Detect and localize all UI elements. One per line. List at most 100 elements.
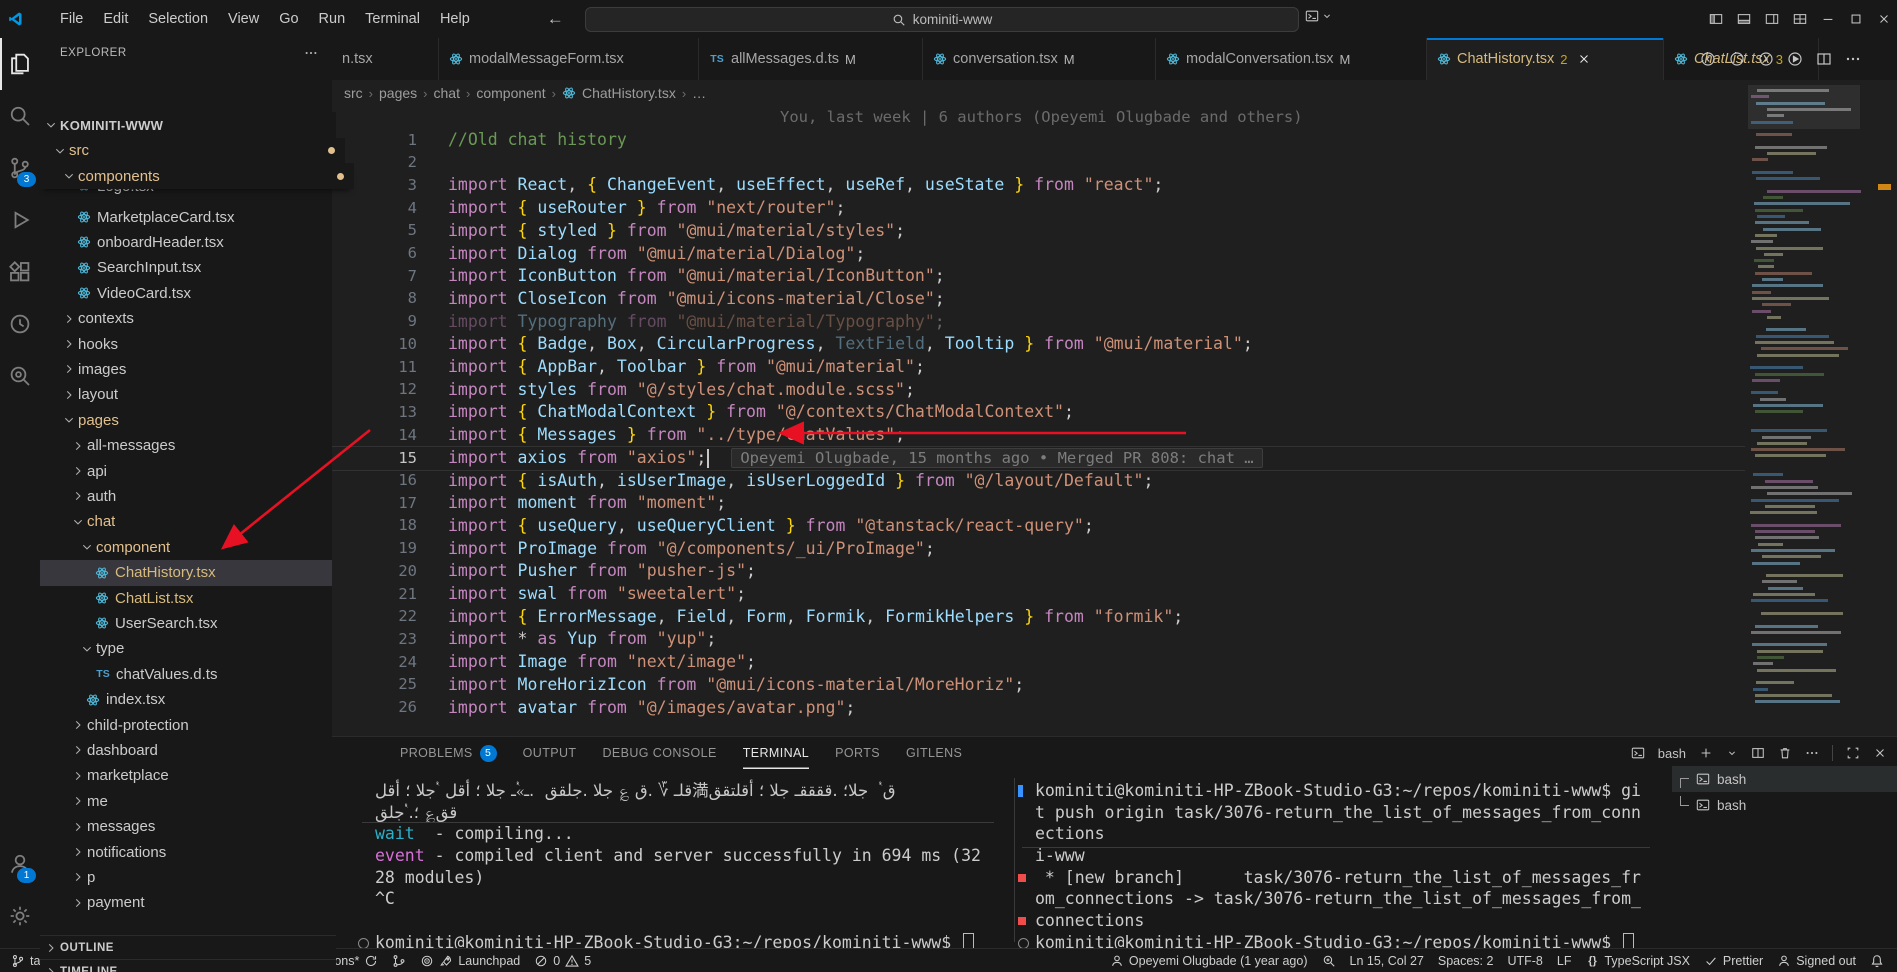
panel-tab-ports[interactable]: PORTS — [835, 737, 880, 769]
code-line-1[interactable]: 1//Old chat history — [332, 128, 1745, 151]
minimize-icon[interactable] — [1821, 12, 1835, 26]
code-line-14[interactable]: 14import { Messages } from "../type/chat… — [332, 423, 1745, 446]
maxpanel-icon[interactable] — [1846, 746, 1860, 760]
breadcrumb-item-chat[interactable]: chat — [434, 85, 460, 101]
panel-tab-output[interactable]: OUTPUT — [523, 737, 577, 769]
explorer-item-child-protection[interactable]: child-protection — [40, 712, 363, 738]
nav-circle-icon[interactable] — [1729, 51, 1745, 67]
explorer-item-images[interactable]: images — [40, 356, 354, 382]
status-language-mode[interactable]: {}TypeScript JSX — [1578, 949, 1696, 972]
more-icon[interactable] — [1845, 51, 1861, 67]
code-line-22[interactable]: 22import { ErrorMessage, Field, Form, Fo… — [332, 605, 1745, 628]
activity-gitlens-inspect[interactable] — [0, 350, 40, 402]
nav-back-icon[interactable] — [1700, 51, 1716, 67]
code-line-23[interactable]: 23import * as Yup from "yup"; — [332, 627, 1745, 650]
minimap[interactable] — [1748, 85, 1860, 713]
layout-left-icon[interactable] — [1709, 12, 1723, 26]
code-line-18[interactable]: 18import { useQuery, useQueryClient } fr… — [332, 514, 1745, 537]
status-accounts-signin[interactable]: Signed out — [1770, 949, 1863, 972]
code-line-2[interactable]: 2 — [332, 151, 1745, 174]
nav-back-arrow-icon[interactable]: ← — [538, 9, 573, 29]
tab-modalconversation-tsx[interactable]: modalConversation.tsxM — [1156, 38, 1427, 80]
explorer-item-index-tsx[interactable]: index.tsx — [40, 687, 372, 713]
explorer-item-chat[interactable]: chat — [40, 509, 363, 535]
layout-right-icon[interactable] — [1765, 12, 1779, 26]
menu-edit[interactable]: Edit — [93, 0, 138, 38]
code-line-10[interactable]: 10import { Badge, Box, CircularProgress,… — [332, 332, 1745, 355]
explorer-item-type[interactable]: type — [40, 636, 372, 662]
explorer-item-all-messages[interactable]: all-messages — [40, 433, 363, 459]
code-line-6[interactable]: 6import Dialog from "@mui/material/Dialo… — [332, 242, 1745, 265]
tab-n-tsx[interactable]: n.tsx — [332, 38, 439, 80]
breadcrumb-file[interactable]: ChatHistory.tsx — [582, 85, 676, 101]
run-icon[interactable] — [1787, 51, 1803, 67]
explorer-item-notifications[interactable]: notifications — [40, 839, 363, 865]
panel-tab-gitlens[interactable]: GITLENS — [906, 737, 962, 769]
menu-file[interactable]: File — [50, 0, 93, 38]
layout-bottom-icon[interactable] — [1737, 12, 1751, 26]
code-line-3[interactable]: 3import React, { ChangeEvent, useEffect,… — [332, 173, 1745, 196]
explorer-item-searchinput-tsx[interactable]: SearchInput.tsx — [40, 255, 363, 281]
activity-extensions[interactable] — [0, 246, 40, 298]
status-problems[interactable]: 05 — [527, 949, 598, 972]
status-launchpad[interactable]: Launchpad — [413, 949, 527, 972]
activity-settings[interactable] — [0, 890, 40, 942]
code-line-8[interactable]: 8import CloseIcon from "@mui/icons-mater… — [332, 287, 1745, 310]
status-formatter[interactable]: Prettier — [1697, 949, 1770, 972]
menu-view[interactable]: View — [218, 0, 269, 38]
restore-icon[interactable] — [1849, 12, 1863, 26]
explorer-item-marketplacecard-tsx[interactable]: MarketplaceCard.tsx — [40, 204, 363, 230]
split-icon[interactable] — [1751, 746, 1765, 760]
breadcrumb-item-src[interactable]: src — [344, 85, 363, 101]
code-line-4[interactable]: 4import { useRouter } from "next/router"… — [332, 196, 1745, 219]
tab-conversation-tsx[interactable]: conversation.tsxM — [923, 38, 1156, 80]
editor-code-area[interactable]: You, last week | 6 authors (Opeyemi Olug… — [332, 106, 1748, 736]
status-eol[interactable]: LF — [1550, 949, 1579, 972]
explorer-item-usersearch-tsx[interactable]: UserSearch.tsx — [40, 610, 381, 636]
menu-run[interactable]: Run — [309, 0, 356, 38]
explorer-item-src[interactable]: src — [40, 138, 345, 164]
explorer-item-kominiti-www[interactable]: KOMINITI-WWW — [40, 112, 336, 138]
explorer-item-payment[interactable]: payment — [40, 890, 363, 916]
activity-gitlens[interactable] — [0, 298, 40, 350]
explorer-item-me[interactable]: me — [40, 788, 363, 814]
code-line-25[interactable]: 25import MoreHorizIcon from "@mui/icons-… — [332, 673, 1745, 696]
trash-icon[interactable] — [1778, 746, 1792, 760]
panel-tab-debug-console[interactable]: DEBUG CONSOLE — [602, 737, 716, 769]
code-line-24[interactable]: 24import Image from "next/image"; — [332, 650, 1745, 673]
code-line-9[interactable]: 9import Typography from "@mui/material/T… — [332, 310, 1745, 333]
panel-tab-terminal[interactable]: TERMINAL — [743, 737, 809, 769]
menu-help[interactable]: Help — [430, 0, 480, 38]
more-icon[interactable] — [1805, 746, 1819, 760]
explorer-item-auth[interactable]: auth — [40, 483, 363, 509]
explorer-more-actions-icon[interactable] — [304, 46, 318, 60]
explorer-item-component[interactable]: component — [40, 534, 372, 560]
explorer-item-layout[interactable]: layout — [40, 382, 354, 408]
plus-icon[interactable] — [1699, 746, 1713, 760]
menu-go[interactable]: Go — [269, 0, 308, 38]
section-outline[interactable]: OUTLINE — [40, 935, 336, 960]
status-screencast[interactable] — [1315, 949, 1343, 972]
tab-allmessages-d-ts[interactable]: TSallMessages.d.tsM — [699, 38, 923, 80]
terminal-list-item-bash[interactable]: bash — [1672, 766, 1897, 792]
code-line-19[interactable]: 19import ProImage from "@/components/_ui… — [332, 537, 1745, 560]
status-commit-graph[interactable] — [385, 949, 413, 972]
command-center-search[interactable]: kominiti-www — [585, 7, 1299, 32]
code-line-26[interactable]: 26import avatar from "@/images/avatar.pn… — [332, 696, 1745, 719]
breadcrumb-item-component[interactable]: component — [476, 85, 545, 101]
split-icon[interactable] — [1816, 51, 1832, 67]
explorer-item-marketplace[interactable]: marketplace — [40, 763, 363, 789]
panel-tab-problems[interactable]: PROBLEMS5 — [400, 737, 497, 769]
explorer-item-videocard-tsx[interactable]: VideoCard.tsx — [40, 280, 363, 306]
code-line-7[interactable]: 7import IconButton from "@mui/material/I… — [332, 264, 1745, 287]
explorer-item-pages[interactable]: pages — [40, 407, 354, 433]
explorer-item-hooks[interactable]: hooks — [40, 331, 354, 357]
code-line-20[interactable]: 20import Pusher from "pusher-js"; — [332, 559, 1745, 582]
close-icon[interactable] — [1877, 12, 1891, 26]
explorer-item-chatlist-tsx[interactable]: ChatList.tsx3 — [40, 585, 381, 611]
explorer-item-dashboard[interactable]: dashboard — [40, 737, 363, 763]
code-line-13[interactable]: 13import { ChatModalContext } from "@/co… — [332, 400, 1745, 423]
status-indentation[interactable]: Spaces: 2 — [1431, 949, 1501, 972]
terminal-split-handle[interactable] — [1014, 778, 1015, 942]
explorer-item-onboardheader-tsx[interactable]: onboardHeader.tsx — [40, 229, 363, 255]
